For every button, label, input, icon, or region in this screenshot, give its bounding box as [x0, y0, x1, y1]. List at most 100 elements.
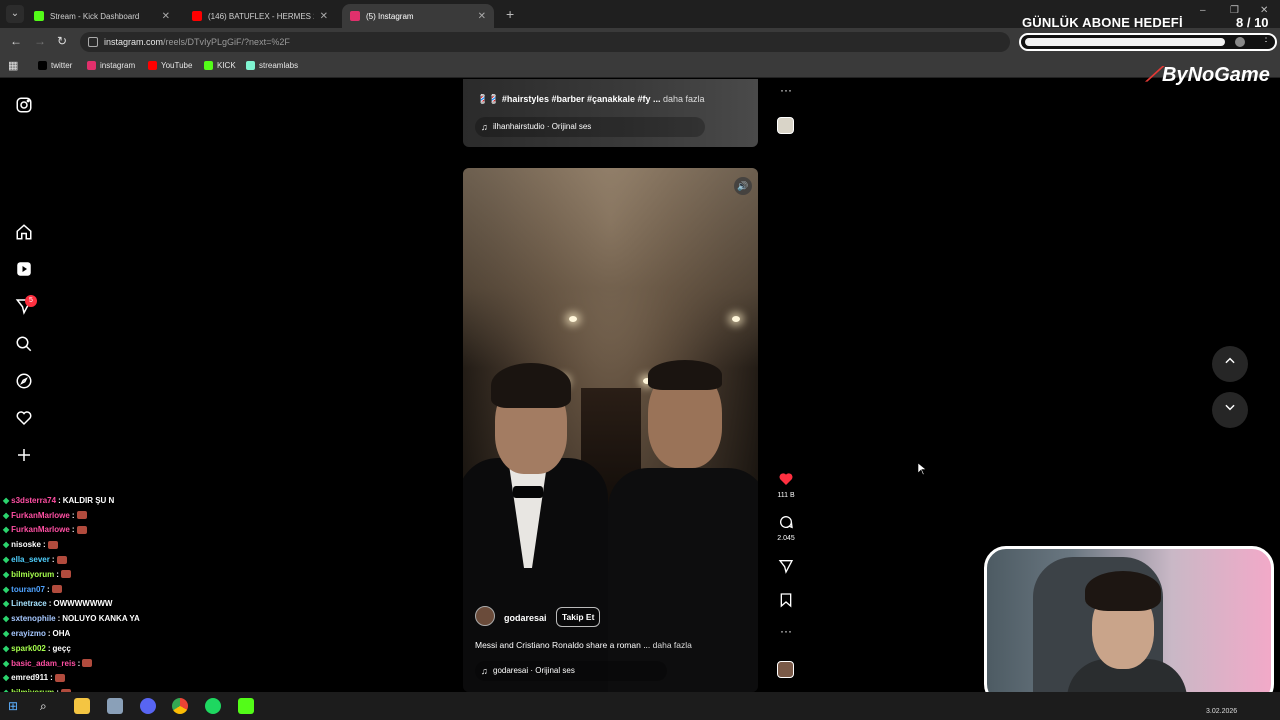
chat-username[interactable]: erayizmo [11, 629, 46, 638]
notifications-heart-icon[interactable] [15, 409, 33, 427]
chevron-up-icon [1225, 357, 1235, 364]
address-bar[interactable]: instagram.com/reels/DTvIyPLgGiF/?next=%2… [80, 32, 1010, 52]
reload-icon[interactable]: ↻ [57, 34, 67, 48]
browser-tab[interactable]: Stream - Kick Dashboard ✕ [26, 4, 178, 28]
minimize-icon[interactable]: – [1200, 5, 1206, 16]
badge-icon: ◆ [3, 495, 10, 505]
site-info-icon[interactable] [88, 37, 98, 47]
badge-icon: ◆ [3, 599, 10, 609]
chat-username[interactable]: emred911 [11, 673, 48, 682]
new-tab-button[interactable]: + [506, 6, 514, 22]
author-avatar[interactable] [475, 606, 495, 626]
chat-username[interactable]: spark002 [11, 644, 46, 653]
chat-message: ◆ spark002: geçç [0, 641, 200, 656]
bookmark-instagram[interactable]: instagram [87, 61, 135, 70]
chat-text: KALDIR ŞU N [62, 495, 115, 505]
chat-username[interactable]: ella_sever [11, 555, 50, 564]
chat-username[interactable]: FurkanMarlowe [11, 511, 70, 520]
previous-reel-audio-label: ilhanhairstudio · Orijinal ses [493, 122, 592, 131]
chat-colon: : [56, 569, 59, 579]
browser-tab[interactable]: (5) Instagram ✕ [342, 4, 494, 28]
explore-icon[interactable] [15, 372, 33, 390]
create-plus-icon[interactable] [15, 446, 33, 464]
bookmark-youtube[interactable]: YouTube [148, 61, 192, 70]
author-username[interactable]: godaresai [504, 613, 547, 623]
progress-knob [1235, 37, 1245, 47]
home-icon[interactable] [15, 223, 33, 241]
streamer-hair [1085, 571, 1161, 611]
chat-colon: : [57, 614, 61, 624]
badge-icon: ◆ [3, 525, 10, 535]
save-button[interactable] [777, 592, 795, 613]
tab-search-chevron-icon[interactable]: ⌄ [6, 5, 24, 23]
discord-icon[interactable] [140, 698, 156, 714]
chat-colon: : [71, 510, 75, 520]
previous-reel-more-link[interactable]: daha fazla [663, 94, 705, 104]
search-taskbar-icon[interactable]: ⌕ [40, 698, 56, 714]
reel-description: Messi and Cristiano Ronaldo share a roma… [475, 640, 692, 650]
close-tab-icon[interactable]: ✕ [320, 11, 328, 22]
chat-username[interactable]: bilmiyorum [11, 570, 54, 579]
chat-username[interactable]: Linetrace [11, 599, 47, 608]
bookmark-kick[interactable]: KICK [204, 61, 236, 70]
previous-audio-thumbnail[interactable] [777, 117, 794, 134]
tab-title: (5) Instagram [366, 11, 414, 21]
badge-icon: ◆ [3, 658, 10, 668]
back-arrow-icon[interactable]: ← [10, 34, 22, 48]
chrome-icon[interactable] [172, 698, 188, 714]
close-tab-icon[interactable]: ✕ [478, 11, 486, 22]
badge-icon: ◆ [3, 614, 10, 624]
tab-title: Stream - Kick Dashboard [50, 11, 140, 21]
browser-tab[interactable]: (146) BATUFLEX - HERMES 2.0 | ✕ [184, 4, 336, 28]
reels-icon[interactable] [15, 260, 33, 278]
comment-count: 2.045 [777, 535, 795, 542]
chat-username[interactable]: sxtenophile [11, 614, 55, 623]
like-button[interactable]: 111 B [777, 471, 795, 499]
chat-text: OHA [52, 629, 71, 639]
emote-icon [56, 555, 67, 564]
chat-username[interactable]: s3dsterra74 [11, 496, 56, 505]
follow-button[interactable]: Takip Et [556, 607, 601, 627]
reel-video[interactable]: 🔊 godaresai Takip Et Messi and Cristiano… [463, 168, 758, 692]
tab-title: (146) BATUFLEX - HERMES 2.0 | [208, 11, 314, 21]
previous-reel-button[interactable] [1212, 346, 1248, 382]
more-options-icon[interactable]: ··· [777, 624, 795, 638]
emote-icon [60, 570, 71, 579]
bookmark-twitter[interactable]: twitter [38, 61, 72, 70]
chat-username[interactable]: nisoske [11, 540, 41, 549]
reel-more-link[interactable]: daha fazla [653, 640, 692, 650]
badge-icon: ◆ [3, 555, 10, 565]
instagram-logo-icon[interactable] [15, 96, 33, 114]
chat-username[interactable]: FurkanMarlowe [11, 525, 70, 534]
windows-start-icon[interactable]: ⊞ [8, 698, 24, 714]
kick-icon[interactable] [238, 698, 254, 714]
chat-colon: : [47, 629, 51, 639]
audio-thumbnail[interactable] [777, 661, 794, 678]
ceiling-light [569, 316, 577, 322]
url-path: /reels/DTvIyPLgGiF/?next=%2F [163, 37, 290, 47]
chat-colon: : [50, 673, 53, 683]
search-icon[interactable] [15, 335, 33, 353]
chat-username[interactable]: touran07 [11, 585, 45, 594]
forward-arrow-icon[interactable]: → [34, 34, 46, 48]
file-explorer-icon[interactable] [74, 698, 90, 714]
spotify-icon[interactable] [205, 698, 221, 714]
chat-colon: : [42, 540, 46, 550]
chat-username[interactable]: basic_adam_reis [11, 659, 76, 668]
bookmark-streamlabs[interactable]: streamlabs [246, 61, 298, 70]
chat-colon: : [46, 584, 50, 594]
chat-colon: : [47, 643, 51, 653]
close-tab-icon[interactable]: ✕ [162, 11, 170, 22]
app-icon[interactable] [107, 698, 123, 714]
reel-audio[interactable]: ♫ godaresai · Orijinal ses [475, 661, 667, 681]
previous-reel-audio[interactable]: ♫ ilhanhairstudio · Orijinal ses [475, 117, 705, 137]
comment-button[interactable]: 2.045 [777, 514, 795, 542]
share-button[interactable] [777, 558, 795, 579]
next-reel-button[interactable] [1212, 392, 1248, 428]
bookmark-favicon-icon [148, 61, 157, 70]
previous-reel[interactable]: 💈💈 #hairstyles #barber #çanakkale #fy ..… [463, 79, 758, 147]
apps-grid-icon[interactable]: ▦ [8, 59, 18, 72]
previous-reel-more-icon[interactable]: ··· [777, 83, 795, 97]
chat-colon: : [71, 525, 75, 535]
speaker-icon[interactable]: 🔊 [734, 177, 752, 195]
